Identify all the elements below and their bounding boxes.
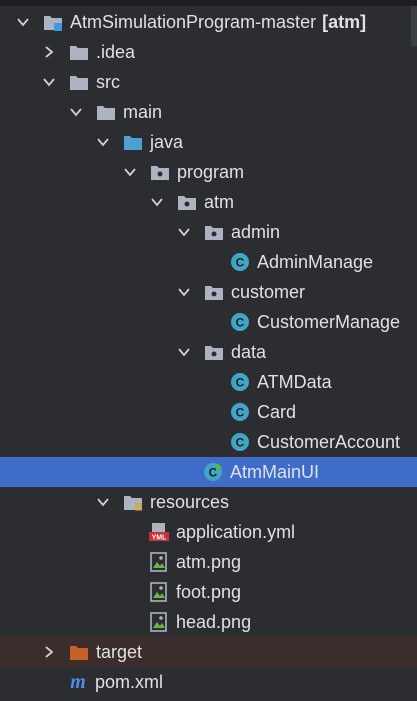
chevron-down-icon[interactable]: [94, 493, 112, 511]
class-icon: C: [229, 311, 251, 333]
tree-item-label: resources: [150, 492, 230, 512]
tree-item-label: Card: [257, 402, 297, 422]
svg-text:C: C: [236, 316, 245, 330]
tree-item-head-png[interactable]: head.png: [0, 607, 417, 637]
module-folder-icon: [42, 11, 64, 33]
chevron-down-icon[interactable]: [148, 193, 166, 211]
tree-item-label: atm: [204, 192, 235, 212]
chevron-down-icon[interactable]: [175, 343, 193, 361]
tree-item-label: admin: [231, 222, 281, 242]
tree-item-label: main: [123, 102, 163, 122]
tree-item-label: src: [96, 72, 120, 92]
svg-text:C: C: [236, 436, 245, 450]
tree-item-customer[interactable]: customer: [0, 277, 417, 307]
package-icon: [203, 281, 225, 303]
chevron-down-icon[interactable]: [40, 73, 58, 91]
tree-item-java[interactable]: java: [0, 127, 417, 157]
tree-item-customer-manage[interactable]: C CustomerManage: [0, 307, 417, 337]
tree-item-program[interactable]: program: [0, 157, 417, 187]
chevron-down-icon[interactable]: [175, 223, 193, 241]
image-file-icon: [148, 581, 170, 603]
tree-item-customer-account[interactable]: C CustomerAccount: [0, 427, 417, 457]
tree-item-card[interactable]: C Card: [0, 397, 417, 427]
tree-item-pom-xml[interactable]: m pom.xml: [0, 667, 417, 697]
tree-item-root[interactable]: AtmSimulationProgram-master [atm]: [0, 7, 417, 37]
chevron-down-icon[interactable]: [14, 13, 32, 31]
tree-item-label: CustomerAccount: [257, 432, 401, 452]
yml-badge-text: YML: [152, 535, 168, 542]
tree-item-atm-data[interactable]: C ATMData: [0, 367, 417, 397]
tree-item-foot-png[interactable]: foot.png: [0, 577, 417, 607]
runnable-class-icon: C: [202, 461, 224, 483]
tree-item-main[interactable]: main: [0, 97, 417, 127]
package-icon: [203, 341, 225, 363]
top-strip: [0, 0, 417, 6]
package-icon: [203, 221, 225, 243]
tree-item-atm[interactable]: atm: [0, 187, 417, 217]
chevron-down-icon[interactable]: [94, 133, 112, 151]
tree-item-label: foot.png: [176, 582, 242, 602]
pom-glyph: m: [70, 672, 86, 692]
tree-item-src[interactable]: src: [0, 67, 417, 97]
tree-item-target[interactable]: target: [0, 637, 417, 667]
tree-item-idea[interactable]: .idea: [0, 37, 417, 67]
svg-text:C: C: [236, 376, 245, 390]
svg-text:C: C: [236, 256, 245, 270]
package-icon: [149, 161, 171, 183]
tree-item-label: target: [96, 642, 143, 662]
tree-item-label: ATMData: [257, 372, 332, 392]
class-icon: C: [229, 371, 251, 393]
project-name: AtmSimulationProgram-master: [70, 12, 317, 32]
chevron-right-icon[interactable]: [40, 643, 58, 661]
class-icon: C: [229, 251, 251, 273]
tree-item-label: CustomerManage: [257, 312, 401, 332]
tree-item-data[interactable]: data: [0, 337, 417, 367]
tree-item-resources[interactable]: resources: [0, 487, 417, 517]
tree-item-label: java: [150, 132, 184, 152]
image-file-icon: [148, 551, 170, 573]
class-icon: C: [229, 401, 251, 423]
tree-item-atm-png[interactable]: atm.png: [0, 547, 417, 577]
package-icon: [176, 191, 198, 213]
chevron-right-icon[interactable]: [40, 43, 58, 61]
tree-item-label: pom.xml: [95, 672, 164, 692]
folder-icon: [68, 71, 90, 93]
maven-pom-icon: m: [67, 671, 89, 693]
tree-item-label: program: [177, 162, 245, 182]
module-name: [atm]: [322, 12, 367, 32]
tree-item-admin-manage[interactable]: C AdminManage: [0, 247, 417, 277]
chevron-down-icon[interactable]: [67, 103, 85, 121]
excluded-folder-icon: [68, 641, 90, 663]
svg-text:C: C: [236, 406, 245, 420]
tree-item-label: AdminManage: [257, 252, 374, 272]
chevron-down-icon[interactable]: [175, 283, 193, 301]
tree-item-label: atm.png: [176, 552, 242, 572]
folder-icon: [95, 101, 117, 123]
tree-item-label: head.png: [176, 612, 252, 632]
resources-folder-icon: [122, 491, 144, 513]
tree-item-label: .idea: [96, 42, 136, 62]
tree-item-admin[interactable]: admin: [0, 217, 417, 247]
tree-item-label: application.yml: [176, 522, 296, 542]
source-folder-icon: [122, 131, 144, 153]
chevron-down-icon[interactable]: [121, 163, 139, 181]
tree-item-atm-main-ui[interactable]: C AtmMainUI: [0, 457, 417, 487]
tree-item-label: data: [231, 342, 267, 362]
tree-item-application-yml[interactable]: YML application.yml: [0, 517, 417, 547]
tree-item-label: AtmMainUI: [230, 462, 320, 482]
folder-icon: [68, 41, 90, 63]
yml-file-icon: YML: [148, 521, 170, 543]
tree-item-label: customer: [231, 282, 306, 302]
class-icon: C: [229, 431, 251, 453]
image-file-icon: [148, 611, 170, 633]
